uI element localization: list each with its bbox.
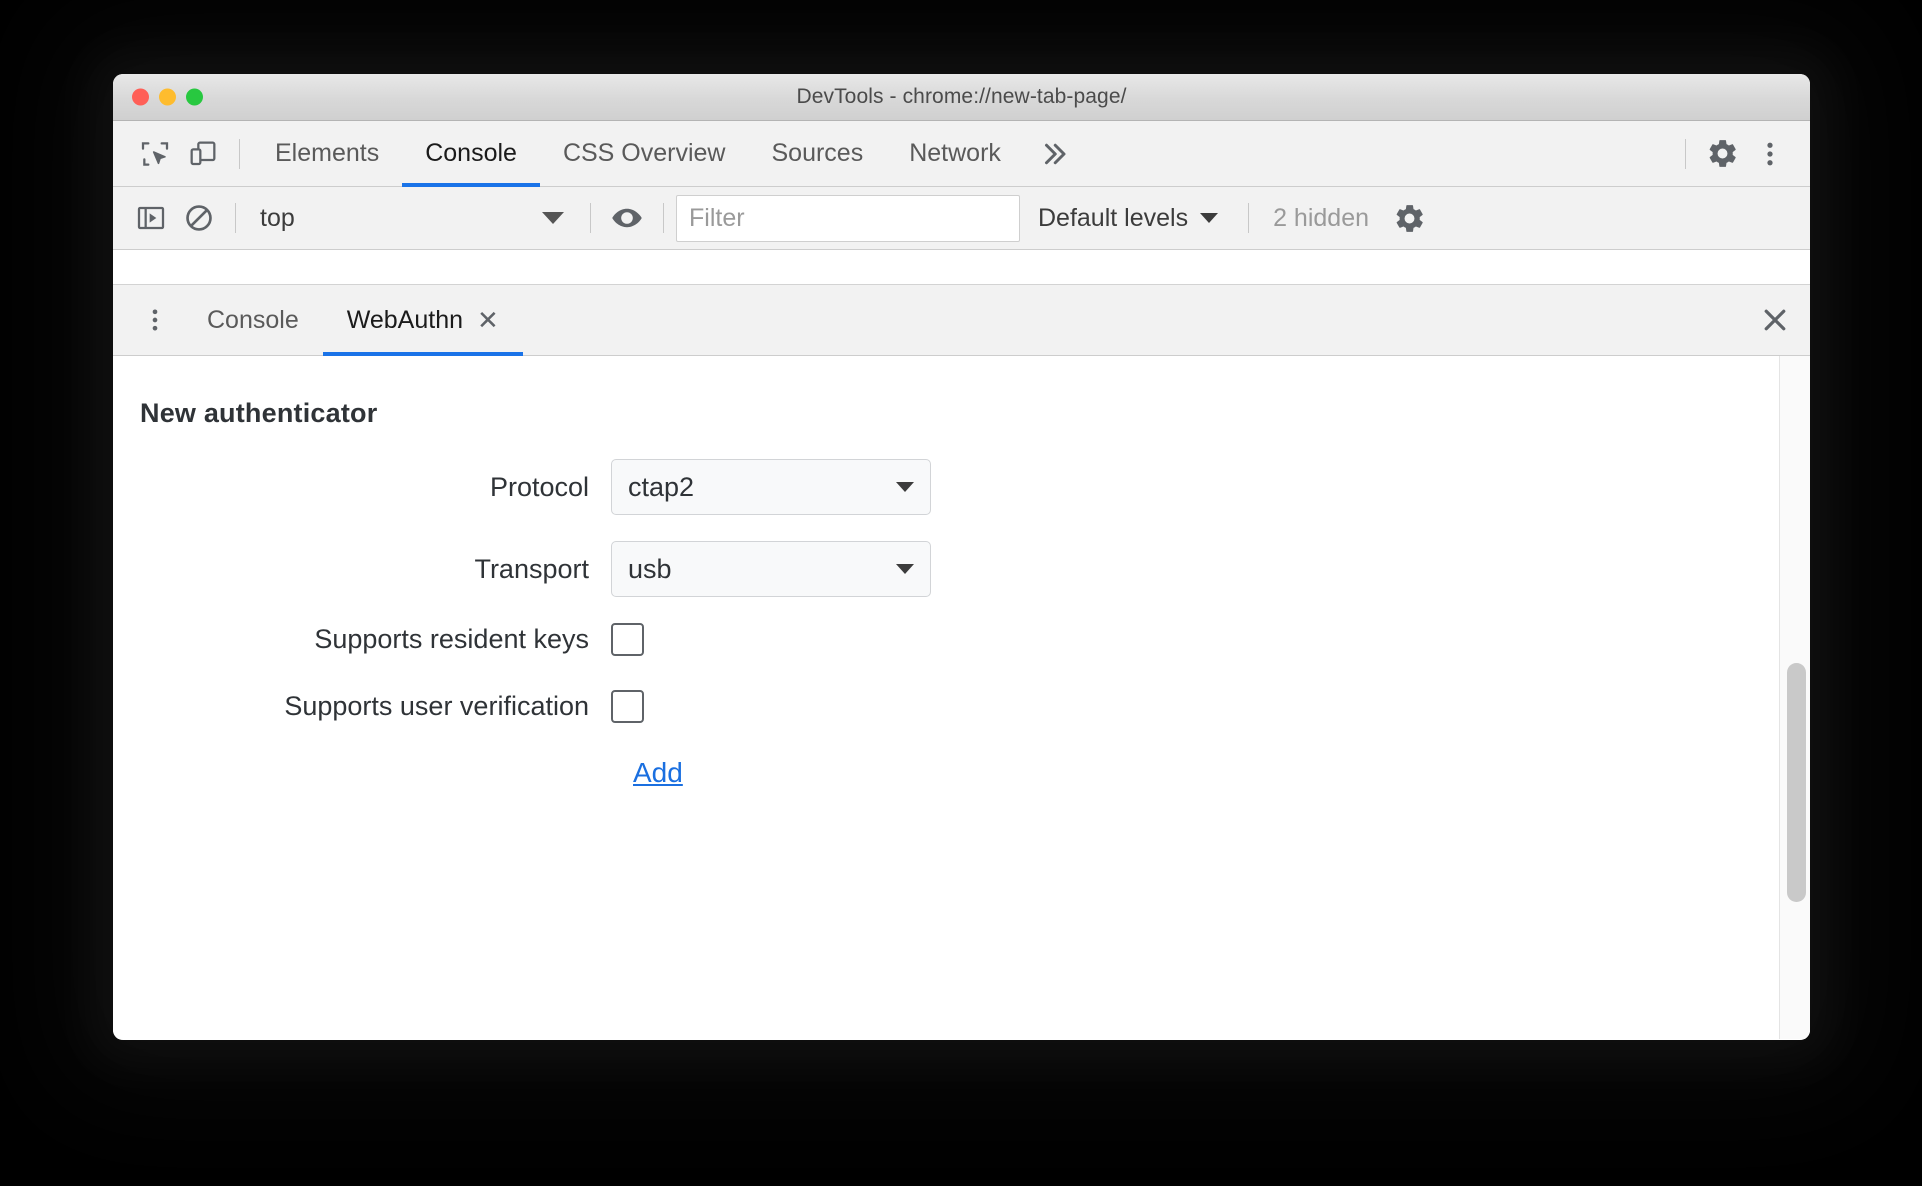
hidden-messages-count: 2 hidden	[1273, 203, 1370, 232]
console-toolbar-divider-4	[1248, 203, 1250, 233]
console-messages-area	[113, 250, 1810, 285]
console-toolbar: top Default levels 2 hidden	[113, 187, 1810, 250]
chevron-down-icon	[542, 212, 564, 224]
traffic-lights	[132, 88, 203, 106]
drawer-tab-webauthn[interactable]: WebAuthn ✕	[322, 285, 523, 356]
resident-keys-checkbox[interactable]	[611, 623, 644, 656]
panel-tabbar: Elements Console CSS Overview Sources Ne…	[113, 121, 1810, 187]
chevron-down-icon	[1200, 213, 1219, 223]
close-tab-icon[interactable]: ✕	[477, 307, 499, 333]
tab-sources-label: Sources	[771, 139, 864, 167]
settings-gear-icon[interactable]	[1698, 130, 1746, 178]
tab-network[interactable]: Network	[886, 121, 1024, 187]
devtools-window: DevTools - chrome://new-tab-page/ Elemen…	[113, 74, 1810, 1040]
console-filter-input[interactable]	[676, 194, 1020, 242]
add-row: Add	[113, 757, 1723, 789]
drawer-tab-console-label: Console	[207, 305, 299, 334]
console-toolbar-divider-3	[663, 203, 664, 233]
live-expression-eye-icon[interactable]	[603, 194, 651, 242]
device-toolbar-icon[interactable]	[179, 130, 227, 178]
transport-label: Transport	[474, 553, 589, 584]
page-title: New authenticator	[140, 398, 378, 428]
close-drawer-icon[interactable]	[1740, 285, 1810, 356]
tab-elements-label: Elements	[275, 139, 380, 167]
window-title: DevTools - chrome://new-tab-page/	[796, 85, 1127, 108]
execution-context-value: top	[260, 203, 295, 232]
log-levels-label: Default levels	[1038, 203, 1189, 232]
close-window-button[interactable]	[132, 88, 149, 106]
more-tabs-icon[interactable]	[1024, 121, 1084, 187]
toolbar-divider-right	[1685, 138, 1686, 169]
tab-elements[interactable]: Elements	[252, 121, 402, 187]
customize-kebab-icon[interactable]	[1746, 130, 1794, 178]
user-verification-label: Supports user verification	[284, 691, 589, 721]
add-row-spacer	[113, 757, 611, 789]
protocol-value: ctap2	[628, 471, 695, 502]
user-verification-row: Supports user verification	[113, 690, 1723, 723]
window-titlebar: DevTools - chrome://new-tab-page/	[113, 74, 1810, 121]
tab-css-overview-label: CSS Overview	[562, 139, 726, 167]
tab-css-overview[interactable]: CSS Overview	[540, 121, 749, 187]
console-settings-gear-icon[interactable]	[1381, 187, 1437, 250]
pane-scrollbar-thumb[interactable]	[1787, 663, 1806, 902]
resident-keys-row: Supports resident keys	[113, 623, 1723, 656]
log-levels-selector[interactable]: Default levels	[1020, 187, 1236, 250]
drawer-tab-webauthn-label: WebAuthn	[346, 305, 464, 334]
transport-select[interactable]: usb	[611, 541, 931, 597]
transport-row: Transport usb	[113, 541, 1723, 597]
inspect-element-icon[interactable]	[131, 130, 179, 178]
minimize-window-button[interactable]	[159, 88, 176, 106]
tab-sources[interactable]: Sources	[749, 121, 887, 187]
transport-value: usb	[628, 553, 672, 584]
console-toolbar-divider-1	[235, 203, 236, 233]
drawer-tabbar: Console WebAuthn ✕	[113, 285, 1810, 356]
protocol-row: Protocol ctap2	[113, 459, 1723, 515]
tab-console-label: Console	[425, 139, 517, 167]
console-toolbar-divider-2	[590, 203, 591, 233]
tab-console[interactable]: Console	[402, 121, 540, 187]
tab-network-label: Network	[909, 139, 1001, 167]
resident-keys-label: Supports resident keys	[314, 624, 589, 654]
protocol-select[interactable]: ctap2	[611, 459, 931, 515]
pane-scrollbar[interactable]	[1779, 356, 1810, 1039]
new-authenticator-form: Protocol ctap2 Transport usb Supports re…	[113, 459, 1723, 789]
clear-console-icon[interactable]	[175, 194, 223, 242]
webauthn-pane: New authenticator Protocol ctap2 Transpo…	[113, 356, 1810, 1039]
console-sidebar-toggle-icon[interactable]	[127, 194, 175, 242]
protocol-label: Protocol	[489, 471, 589, 502]
add-authenticator-button[interactable]: Add	[611, 757, 683, 789]
user-verification-checkbox[interactable]	[611, 690, 644, 723]
chevron-down-icon	[896, 564, 914, 574]
toolbar-divider	[239, 138, 240, 169]
execution-context-selector[interactable]: top	[248, 187, 578, 250]
panel-toolbar-right	[1673, 130, 1810, 178]
drawer-more-tools-kebab-icon[interactable]	[127, 285, 183, 356]
drawer-tab-console[interactable]: Console	[183, 285, 323, 356]
desktop-backdrop: DevTools - chrome://new-tab-page/ Elemen…	[0, 0, 1922, 1186]
zoom-window-button[interactable]	[186, 88, 203, 106]
chevron-down-icon	[896, 482, 914, 492]
